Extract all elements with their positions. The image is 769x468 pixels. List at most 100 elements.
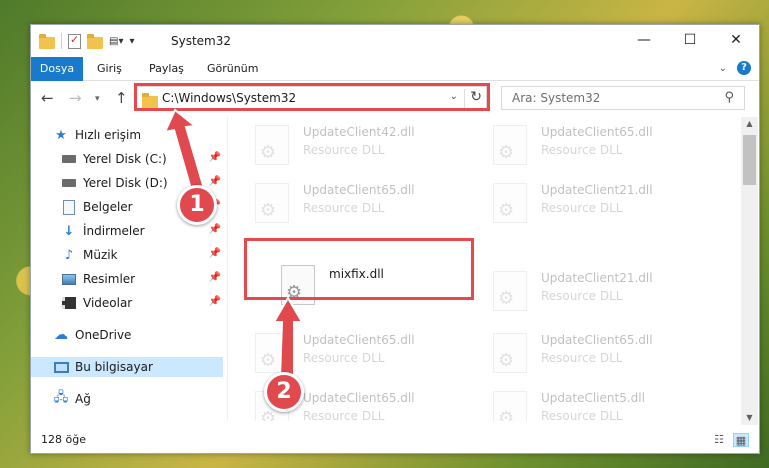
folder-icon (39, 33, 55, 49)
sidebar-item-label: Videolar (83, 296, 133, 310)
sidebar-item-label: Bu bilgisayar (75, 360, 153, 374)
dll-file-icon: ⚙ (493, 125, 527, 165)
videos-icon (61, 295, 77, 311)
back-arrow-icon[interactable]: ← (41, 89, 54, 107)
toolbar-dropdown-icon[interactable]: ▾ (129, 36, 134, 47)
annotation-arrow-2 (272, 296, 304, 379)
file-name: UpdateClient21.dll (541, 271, 653, 285)
tab-share[interactable]: Paylaş (149, 57, 184, 81)
computer-icon (53, 359, 69, 375)
file-name: UpdateClient42.dll (303, 125, 415, 139)
sidebar-item-videos[interactable]: Videolar 📌 (61, 293, 221, 313)
network-icon: 🖧 (53, 390, 69, 405)
cloud-icon: ☁ (54, 327, 68, 343)
scroll-thumb[interactable] (743, 135, 756, 185)
sidebar-item-label: Ağ (75, 392, 91, 406)
dll-file-icon: ⚙ (493, 183, 527, 223)
ribbon-tabs: Dosya Giriş Paylaş Görünüm ⌄ ? (31, 57, 759, 81)
scroll-up-icon[interactable]: ▲ (741, 117, 758, 131)
dll-file-icon: ⚙ (493, 271, 527, 311)
sidebar-item-label: Yerel Disk (D:) (83, 176, 168, 190)
step-badge-2: 2 (264, 372, 304, 412)
sidebar-item-network[interactable]: 🖧 Ağ (53, 389, 243, 409)
file-type: Resource DLL (303, 201, 385, 215)
file-name: UpdateClient65.dll (303, 391, 415, 405)
file-name: UpdateClient65.dll (541, 125, 653, 139)
dll-file-icon: ⚙ (255, 183, 289, 223)
file-highlight (244, 238, 474, 300)
sidebar-item-this-pc[interactable]: Bu bilgisayar (31, 357, 223, 377)
search-input[interactable]: Ara: System32 ⚲ (501, 86, 745, 110)
file-tile[interactable]: ⚙ UpdateClient5.dll Resource DLL (473, 385, 703, 421)
forward-arrow-icon[interactable]: → (69, 89, 82, 107)
file-type: Resource DLL (541, 143, 623, 157)
search-icon[interactable]: ⚲ (724, 90, 734, 105)
tab-view[interactable]: Görünüm (207, 57, 258, 81)
pane-divider[interactable] (227, 117, 228, 421)
recent-locations-icon[interactable]: ▾ (95, 94, 100, 104)
sidebar-item-label: OneDrive (75, 328, 132, 342)
vertical-scrollbar[interactable]: ▲ ▼ (741, 117, 758, 425)
pin-icon[interactable]: 📌 (209, 272, 221, 283)
file-type: Resource DLL (541, 351, 623, 365)
sidebar-item-label: Resimler (83, 272, 136, 286)
help-icon[interactable]: ? (737, 61, 751, 75)
file-tile[interactable]: ⚙ UpdateClient65.dll Resource DLL (235, 177, 465, 229)
file-name: UpdateClient65.dll (303, 183, 415, 197)
step-badge-1: 1 (177, 185, 217, 225)
tiles-view-icon[interactable]: ▦ (733, 433, 749, 447)
properties-icon[interactable] (68, 33, 81, 49)
sidebar-item-label: Hızlı erişim (75, 128, 142, 142)
pin-icon[interactable]: 📌 (209, 248, 221, 259)
file-type: Resource DLL (303, 143, 385, 157)
customize-toolbar-icon[interactable]: ▤▾ (109, 36, 123, 47)
file-name: UpdateClient65.dll (303, 333, 415, 347)
pin-icon[interactable]: 📌 (209, 224, 221, 235)
dll-file-icon: ⚙ (255, 125, 289, 165)
file-name: UpdateClient65.dll (541, 333, 653, 347)
file-tile[interactable]: ⚙ UpdateClient42.dll Resource DLL (235, 119, 465, 171)
file-type: Resource DLL (303, 351, 385, 365)
annotation-arrow-1 (165, 108, 207, 198)
sidebar-item-onedrive[interactable]: ☁ OneDrive (53, 325, 243, 345)
new-folder-icon[interactable] (87, 33, 103, 49)
minimize-button[interactable]: — (621, 25, 667, 55)
close-button[interactable]: ✕ (713, 25, 759, 55)
quick-access-toolbar: ▤▾ ▾ (39, 33, 135, 49)
sidebar-item-label: Belgeler (83, 200, 133, 214)
pin-icon[interactable]: 📌 (209, 296, 221, 307)
sidebar-item-label: Yerel Disk (C:) (83, 152, 167, 166)
tab-home[interactable]: Giriş (97, 57, 122, 81)
ribbon-right-controls: ⌄ ? (719, 61, 751, 75)
file-type: Resource DLL (303, 409, 385, 421)
drive-icon (61, 175, 77, 191)
address-bar-highlight (134, 83, 490, 111)
music-icon: ♪ (64, 247, 74, 263)
maximize-button[interactable]: ☐ (667, 25, 713, 55)
sidebar-item-pictures[interactable]: Resimler 📌 (61, 269, 221, 289)
file-name: UpdateClient5.dll (541, 391, 645, 405)
sidebar-item-music[interactable]: ♪ Müzik 📌 (61, 245, 221, 265)
star-icon: ★ (55, 127, 67, 143)
file-type: Resource DLL (541, 201, 623, 215)
pictures-icon (61, 271, 77, 287)
details-view-icon[interactable]: ☷ (711, 433, 727, 447)
tab-file[interactable]: Dosya (31, 57, 83, 81)
file-tile[interactable]: ⚙ UpdateClient21.dll Resource DLL (473, 265, 703, 317)
scroll-down-icon[interactable]: ▼ (741, 411, 758, 425)
documents-icon (61, 199, 77, 215)
status-bar: 128 öğe ☷ ▦ (31, 429, 759, 453)
sidebar-item-label: Müzik (83, 248, 118, 262)
view-buttons: ☷ ▦ (711, 433, 749, 447)
file-type: Resource DLL (541, 289, 623, 303)
up-arrow-icon[interactable]: ↑ (115, 89, 128, 107)
search-placeholder: Ara: System32 (512, 91, 601, 105)
file-tile[interactable]: ⚙ UpdateClient65.dll Resource DLL (473, 327, 703, 379)
window-controls: — ☐ ✕ (621, 25, 759, 55)
file-type: Resource DLL (541, 409, 623, 421)
file-tile[interactable]: ⚙ UpdateClient65.dll Resource DLL (473, 119, 703, 171)
toolbar-divider (61, 33, 62, 49)
file-tile[interactable]: ⚙ UpdateClient21.dll Resource DLL (473, 177, 703, 229)
downloads-icon: ↓ (63, 223, 75, 239)
expand-ribbon-icon[interactable]: ⌄ (719, 63, 727, 74)
